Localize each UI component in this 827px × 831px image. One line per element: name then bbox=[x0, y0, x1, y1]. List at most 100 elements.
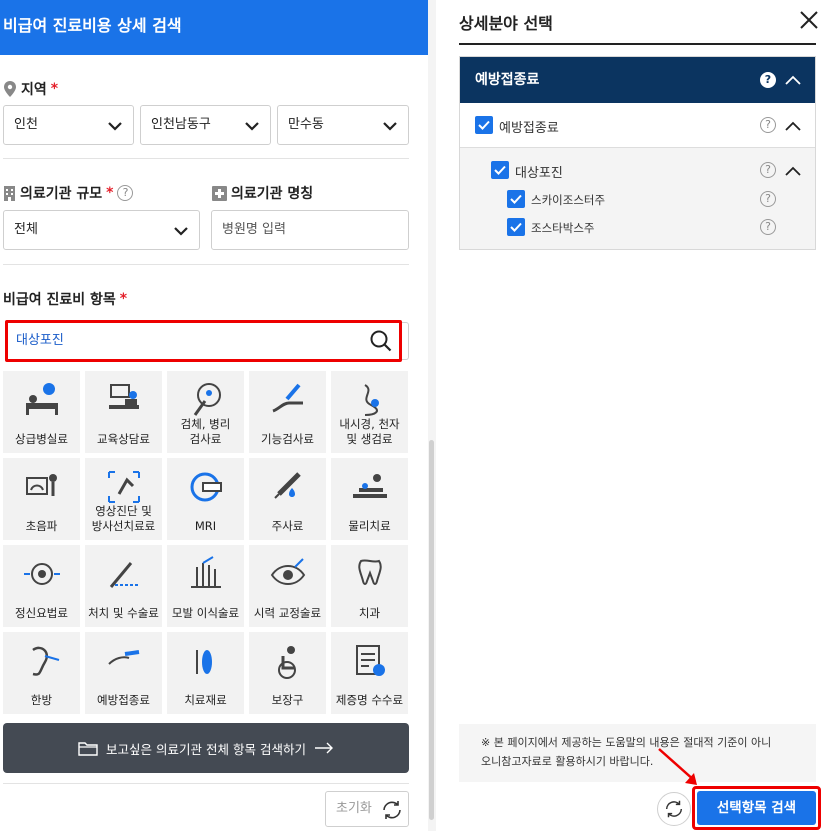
medical-material-icon bbox=[196, 650, 212, 674]
category-tile[interactable]: 검체, 병리 검사료 bbox=[167, 371, 244, 453]
hospital-name-placeholder: 병원명 입력 bbox=[222, 222, 286, 237]
category-tile[interactable]: 보장구 bbox=[249, 632, 326, 714]
chevron-up-icon[interactable] bbox=[785, 121, 801, 131]
help-icon[interactable]: ? bbox=[760, 219, 776, 235]
hospital-bed-icon bbox=[26, 383, 58, 415]
search-panel: 비급여 진료비용 상세 검색 지역 * 인천 인천남동구 만수동 의료기관 규모… bbox=[0, 0, 428, 831]
hair-transplant-icon bbox=[191, 556, 221, 588]
category-tile[interactable]: 교육상담료 bbox=[85, 371, 162, 453]
hospital-name-input[interactable]: 병원명 입력 bbox=[211, 210, 409, 250]
category-label-line: 정신요법료 bbox=[15, 606, 68, 620]
divider bbox=[3, 783, 409, 784]
counseling-icon bbox=[109, 384, 139, 409]
check-icon bbox=[494, 165, 506, 175]
tree-level1-label: 예방접종료 bbox=[499, 121, 559, 136]
category-tile[interactable]: 예방접종료 bbox=[85, 632, 162, 714]
all-items-search-button[interactable]: 보고싶은 의료기관 전체 항목 검색하기 bbox=[3, 723, 409, 773]
category-tile[interactable]: 제증명 수수료 bbox=[331, 632, 408, 714]
check-icon bbox=[510, 194, 522, 204]
tree-level3-row[interactable]: 조스타박스주 ? bbox=[460, 214, 815, 242]
category-tree: 예방접종료 ? 예방접종료 ? 대상포진 ? 스카이조스터주 ? 조스타박스주 … bbox=[459, 56, 816, 250]
reset-button[interactable]: 초기화 bbox=[325, 791, 409, 827]
category-label-line: 초음파 bbox=[25, 519, 58, 533]
divider bbox=[3, 158, 409, 159]
name-label: 의료기관 명칭 bbox=[231, 186, 314, 202]
region-label: 지역 bbox=[21, 82, 47, 98]
search-selected-label: 선택항목 검색 bbox=[697, 791, 816, 825]
checkbox-checked[interactable] bbox=[491, 161, 509, 179]
required-mark: * bbox=[119, 291, 128, 307]
category-tile[interactable]: 초음파 bbox=[3, 458, 80, 540]
category-tile[interactable]: 치료재료 bbox=[167, 632, 244, 714]
category-tile[interactable]: 내시경, 천자 및 생검료 bbox=[331, 371, 408, 453]
help-icon[interactable]: ? bbox=[117, 185, 134, 201]
dong-select[interactable]: 만수동 bbox=[277, 105, 409, 145]
scrollbar-thumb[interactable] bbox=[429, 440, 434, 820]
category-label-line: 모발 이식술료 bbox=[171, 606, 240, 620]
check-icon bbox=[478, 120, 490, 130]
category-label-line: 주사료 bbox=[271, 519, 304, 533]
category-label-line: 검사료 bbox=[189, 432, 222, 446]
eye-icon bbox=[270, 558, 306, 585]
category-tile[interactable]: 주사료 bbox=[249, 458, 326, 540]
category-label-line: 치과 bbox=[358, 606, 381, 620]
annotation-arrow-icon bbox=[658, 748, 697, 785]
tree-level1-row[interactable]: 예방접종료 ? bbox=[460, 103, 815, 147]
category-tile[interactable]: 물리치료 bbox=[331, 458, 408, 540]
district-select[interactable]: 인천남동구 bbox=[140, 105, 271, 145]
category-tile[interactable]: 모발 이식술료 bbox=[167, 545, 244, 627]
function-test-icon bbox=[272, 383, 303, 413]
category-tile[interactable]: 영상진단 및 방사선치료료 bbox=[85, 458, 162, 540]
category-label: 주사료 bbox=[249, 519, 326, 534]
scale-select[interactable]: 전체 bbox=[3, 210, 200, 250]
ultrasound-icon bbox=[26, 474, 57, 496]
arrow-right-icon bbox=[314, 742, 333, 754]
category-tile[interactable]: 정신요법료 bbox=[3, 545, 80, 627]
reset-selection-button[interactable] bbox=[657, 792, 691, 826]
brain-icon bbox=[24, 563, 60, 585]
endoscope-icon bbox=[364, 384, 379, 416]
category-label-line: 교육상담료 bbox=[97, 432, 150, 446]
category-label: 처치 및 수술료 bbox=[85, 606, 162, 621]
category-label-line: 한방 bbox=[30, 693, 53, 707]
help-icon[interactable]: ? bbox=[760, 162, 776, 178]
help-icon[interactable]: ? bbox=[760, 117, 776, 133]
checkbox-checked[interactable] bbox=[475, 116, 493, 134]
category-label: 한방 bbox=[3, 693, 80, 708]
search-icon[interactable] bbox=[369, 329, 393, 353]
tree-level3-row[interactable]: 스카이조스터주 ? bbox=[460, 186, 815, 214]
chevron-up-icon[interactable] bbox=[785, 75, 801, 85]
chevron-up-icon[interactable] bbox=[785, 166, 801, 176]
checkbox-checked[interactable] bbox=[507, 190, 525, 208]
category-tile[interactable]: 치과 bbox=[331, 545, 408, 627]
building-icon bbox=[4, 185, 15, 201]
scrollbar[interactable] bbox=[428, 0, 436, 831]
category-tile[interactable]: 기능검사료 bbox=[249, 371, 326, 453]
category-label-line: 상급병실료 bbox=[15, 432, 68, 446]
category-tile[interactable]: 처치 및 수술료 bbox=[85, 545, 162, 627]
close-icon[interactable] bbox=[798, 9, 820, 31]
category-tile[interactable]: MRI bbox=[167, 458, 244, 540]
category-tile[interactable]: 한방 bbox=[3, 632, 80, 714]
panel-title: 비급여 진료비용 상세 검색 bbox=[0, 0, 428, 55]
hospital-cross-icon bbox=[212, 185, 227, 201]
category-label-line: MRI bbox=[194, 519, 217, 533]
checkbox-checked[interactable] bbox=[507, 218, 525, 236]
tree-header[interactable]: 예방접종료 ? bbox=[460, 57, 815, 103]
help-icon[interactable]: ? bbox=[760, 191, 776, 207]
tree-level2-row[interactable]: 대상포진 ? bbox=[460, 156, 815, 184]
category-label: 모발 이식술료 bbox=[167, 606, 244, 621]
category-label: 내시경, 천자 및 생검료 bbox=[331, 417, 408, 447]
divider bbox=[3, 264, 409, 265]
item-search-input[interactable]: 대상포진 bbox=[5, 320, 402, 362]
category-label-line: 시력 교정술료 bbox=[253, 606, 322, 620]
category-label: 교육상담료 bbox=[85, 432, 162, 447]
refresh-icon bbox=[383, 801, 401, 819]
category-tile[interactable]: 시력 교정술료 bbox=[249, 545, 326, 627]
category-tile[interactable]: 상급병실료 bbox=[3, 371, 80, 453]
search-selected-button[interactable]: 선택항목 검색 bbox=[692, 786, 821, 830]
region-section-title: 지역 * bbox=[3, 79, 58, 99]
surgery-icon bbox=[109, 562, 139, 588]
help-icon[interactable]: ? bbox=[760, 72, 776, 88]
province-select[interactable]: 인천 bbox=[3, 105, 134, 145]
